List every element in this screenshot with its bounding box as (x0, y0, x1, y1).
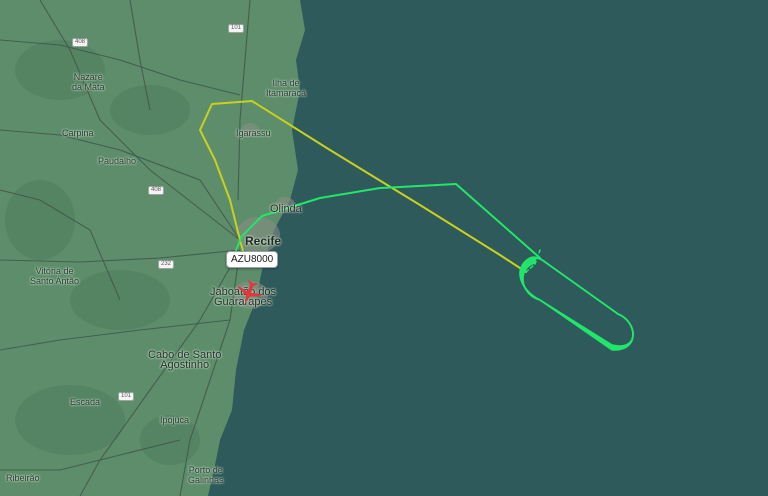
place-nazare: Nazaré da Mata (72, 72, 105, 92)
track-holding-loop (520, 256, 634, 348)
road-shield: 232 (158, 260, 175, 269)
track-holding-loop (519, 256, 634, 347)
place-paudalho: Paudalho (98, 156, 137, 166)
road-shield: 408 (72, 38, 89, 47)
map-canvas (0, 0, 634, 496)
place-recife: Recife (245, 234, 282, 248)
road-shield: 101 (228, 24, 245, 33)
flight-map[interactable]: Nazaré da Mata Carpina Paudalho Ilha de It… (0, 0, 768, 496)
place-porto: Porto de Galinhas (188, 465, 224, 485)
place-ribeirao: Ribeirão (6, 473, 40, 483)
place-cabo: Cabo de Santo Agostinho (148, 349, 222, 371)
place-carpina: Carpina (62, 128, 94, 138)
place-ipojuca: Ipojuca (160, 415, 190, 425)
place-ilha: Ilha de Itamaracá (266, 78, 307, 98)
place-olinda: Olinda (270, 203, 302, 215)
track-holding-loop (521, 257, 634, 350)
road-shield: 408 (148, 186, 165, 195)
road-shield: 101 (118, 392, 135, 401)
place-igarassu: Igarassu (236, 128, 271, 138)
track-holding-loop (520, 257, 634, 349)
place-escada: Escada (70, 397, 101, 407)
place-vitoria: Vitória de Santo Antão (30, 266, 80, 286)
track-holding-loop (522, 257, 634, 351)
callsign-label[interactable]: AZU8000 (226, 251, 279, 268)
